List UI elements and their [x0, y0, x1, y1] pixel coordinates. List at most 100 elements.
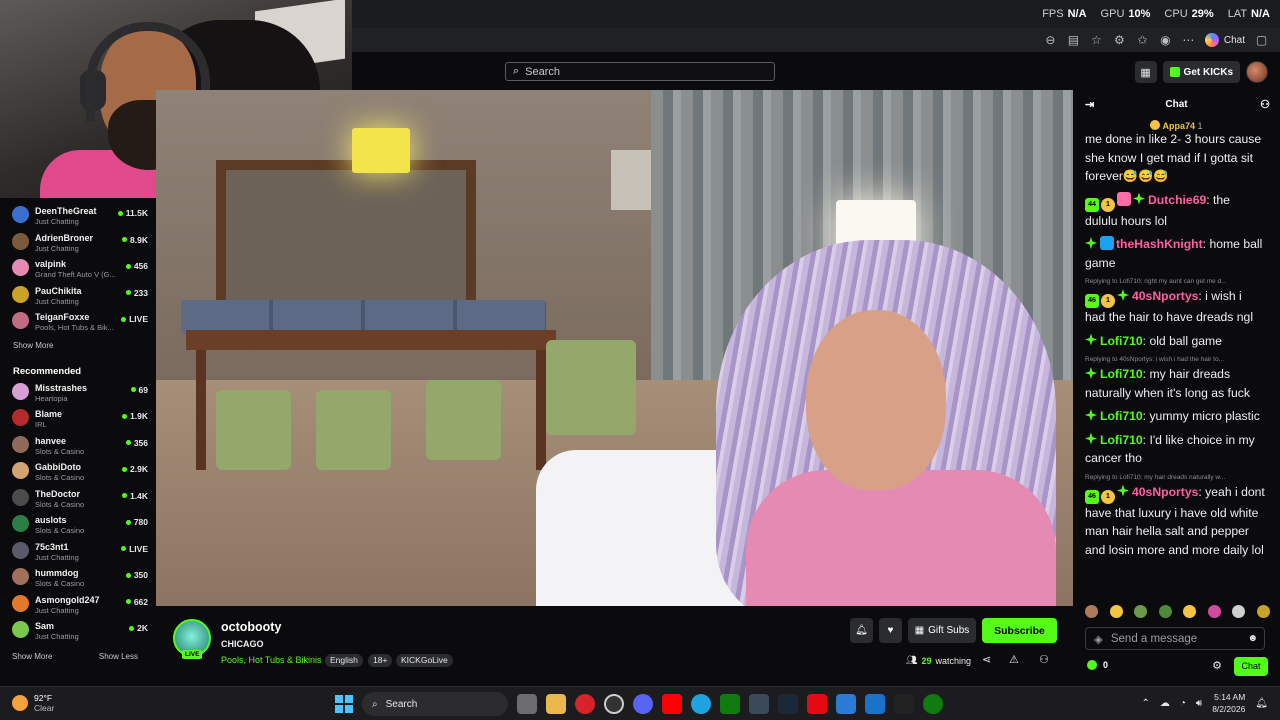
tag-english[interactable]: English — [325, 654, 363, 667]
emote-icon[interactable] — [1232, 605, 1246, 618]
favorite-star-icon[interactable]: ☆ — [1090, 33, 1103, 47]
show-less-recommended[interactable]: Show Less — [99, 652, 138, 661]
stream-category[interactable]: Pools, Hot Tubs & Bikinis — [221, 655, 322, 665]
wifi-icon[interactable]: ◔ — [1180, 698, 1186, 709]
chat-message: Replying to Lofi710: my hair dreads natu… — [1085, 473, 1265, 560]
taskbar-search[interactable]: ⌕ Search — [362, 692, 508, 716]
chat-username[interactable]: Lofi710 — [1100, 433, 1143, 447]
sidebar-channel-item[interactable]: TeiganFoxxe Pools, Hot Tubs & Bik... LIVE — [12, 308, 148, 335]
start-button[interactable] — [335, 695, 353, 713]
emote-icon[interactable] — [1207, 605, 1221, 618]
sidebar-channel-item[interactable]: PauChikita Just Chatting 233 — [12, 282, 148, 309]
channel-points[interactable]: 0 — [1087, 660, 1108, 670]
weather-widget[interactable]: 92°F Clear — [12, 693, 54, 713]
tag-kickgolive[interactable]: KICKGoLive — [396, 654, 453, 667]
reply-context[interactable]: Replying to Lofi710: right my aunt can g… — [1085, 277, 1265, 286]
notification-icon[interactable]: 🔔︎ — [1255, 698, 1268, 709]
emote-icon[interactable] — [1183, 605, 1197, 618]
tag-18plus[interactable]: 18+ — [368, 654, 393, 667]
sidebar-channel-item[interactable]: 75c3nt1 Just Chatting LIVE — [12, 538, 148, 565]
chat-username[interactable]: Lofi710 — [1100, 334, 1143, 348]
sparkle-badge-icon — [1085, 367, 1097, 379]
volume-icon[interactable]: 🔊︎ — [1196, 698, 1202, 709]
edge-icon[interactable] — [691, 694, 711, 714]
chat-username[interactable]: Lofi710 — [1100, 409, 1143, 423]
file-explorer-icon[interactable] — [546, 694, 566, 714]
notifications-button[interactable]: 🔔︎ — [850, 618, 873, 643]
emoji-icon[interactable]: ☻ — [1247, 633, 1258, 644]
chat-input[interactable]: ◈ Send a message ☻ — [1085, 627, 1265, 650]
chat-username[interactable]: theHashKnight — [1116, 237, 1203, 251]
adobe-icon[interactable] — [894, 694, 914, 714]
reply-context[interactable]: Replying to Lofi710: my hair dreads natu… — [1085, 473, 1265, 482]
zoom-icon[interactable]: ⊖ — [1044, 33, 1057, 47]
chat-username[interactable]: 40sNportys — [1132, 485, 1198, 499]
emote-icon[interactable] — [1085, 605, 1098, 618]
xbox-icon[interactable] — [720, 694, 740, 714]
emote-icon[interactable] — [1109, 605, 1123, 618]
emote-icon[interactable] — [1134, 605, 1148, 618]
channel-category: Just Chatting — [35, 605, 79, 615]
sidebar-channel-item[interactable]: hanvee Slots & Casino 356 — [12, 432, 148, 459]
sidebar-channel-item[interactable]: Sam Just Chatting 2K — [12, 617, 148, 644]
show-more-recommended[interactable]: Show More — [12, 652, 52, 661]
profile-icon[interactable]: ◉ — [1159, 33, 1172, 47]
netflix-icon[interactable] — [807, 694, 827, 714]
xbox-app-icon[interactable] — [923, 694, 943, 714]
youtube-icon[interactable] — [662, 694, 682, 714]
chat-username[interactable]: Dutchie69 — [1148, 193, 1206, 207]
cloud-icon[interactable]: ☁ — [1160, 698, 1170, 709]
more-icon[interactable]: ⋯ — [1182, 33, 1195, 47]
sidebar-channel-item[interactable]: Asmongold247 Just Chatting 662 — [12, 591, 148, 618]
sidebar-channel-item[interactable]: hummdog Slots & Casino 350 — [12, 564, 148, 591]
steam-icon[interactable] — [778, 694, 798, 714]
sidebar-channel-item[interactable]: GabbiDoto Slots & Casino 2.9K — [12, 458, 148, 485]
sidebar-channel-item[interactable]: auslots Slots & Casino 780 — [12, 511, 148, 538]
sidebar-channel-item[interactable]: valpink Grand Theft Auto V (G... 456 — [12, 255, 148, 282]
subscribe-button[interactable]: Subscribe — [982, 618, 1057, 643]
clock[interactable]: 5:14 AM 8/2/2026 — [1212, 691, 1245, 715]
emote-icon[interactable] — [1256, 605, 1270, 618]
video-player[interactable] — [156, 90, 1073, 606]
chat-username[interactable]: 40sNportys — [1132, 289, 1198, 303]
copilot-chat-button[interactable]: Chat — [1204, 33, 1245, 47]
gift-subs-button[interactable]: ▦ Gift Subs — [908, 618, 976, 643]
collapse-chat-icon[interactable]: ⇥ — [1085, 98, 1094, 111]
emote-icon[interactable] — [1158, 605, 1172, 618]
user-avatar[interactable] — [1246, 61, 1268, 83]
chevron-up-icon[interactable]: ⌃ — [1141, 698, 1149, 709]
bolt-badge-icon — [1100, 236, 1114, 250]
chat-badge-icon[interactable]: ◈ — [1094, 632, 1103, 646]
get-kicks-button[interactable]: Get KICKs — [1162, 61, 1240, 83]
discord-icon[interactable] — [633, 694, 653, 714]
follow-button[interactable]: ♥ — [879, 618, 902, 643]
sidebar-toggle-icon[interactable]: ▢ — [1255, 33, 1268, 47]
add-user-icon[interactable]: ⚇ — [1039, 653, 1049, 666]
library-button[interactable]: ▦ — [1134, 61, 1157, 83]
calculator-icon[interactable] — [836, 694, 856, 714]
battlefield-icon[interactable] — [865, 694, 885, 714]
send-chat-button[interactable]: Chat — [1234, 657, 1268, 676]
coin-badge-icon: 1 — [1101, 197, 1115, 212]
chat-settings-icon[interactable]: ⚙ — [1212, 659, 1222, 672]
sidebar-channel-item[interactable]: TheDoctor Slots & Casino 1.4K — [12, 485, 148, 512]
share-icon[interactable]: ⋖ — [982, 653, 991, 666]
opera-icon[interactable] — [575, 694, 595, 714]
chat-username[interactable]: Lofi710 — [1100, 367, 1143, 381]
report-icon[interactable]: ⚠ — [1009, 653, 1019, 666]
app-icon[interactable] — [749, 694, 769, 714]
extension-icon[interactable]: ⚙ — [1113, 33, 1126, 47]
reader-icon[interactable]: ▤ — [1067, 33, 1080, 47]
reply-context[interactable]: Replying to 40sNportys: i wish i had the… — [1085, 355, 1265, 364]
channel-name[interactable]: octobooty — [221, 620, 281, 634]
favorites-icon[interactable]: ✩ — [1136, 33, 1149, 47]
sidebar-channel-item[interactable]: AdrienBroner Just Chatting 8.9K — [12, 229, 148, 256]
sidebar-channel-item[interactable]: Blame IRL 1.9K — [12, 405, 148, 432]
task-view-icon[interactable] — [517, 694, 537, 714]
search-input[interactable]: ⌕ Search — [505, 62, 775, 81]
sidebar-channel-item[interactable]: DeenTheGreat Just Chatting 11.5K — [12, 202, 148, 229]
show-more-following[interactable]: Show More — [13, 341, 148, 353]
chat-users-icon[interactable]: ⚇ — [1260, 98, 1270, 111]
obs-icon[interactable] — [604, 694, 624, 714]
sidebar-channel-item[interactable]: Misstrashes Heartopia 69 — [12, 379, 148, 406]
